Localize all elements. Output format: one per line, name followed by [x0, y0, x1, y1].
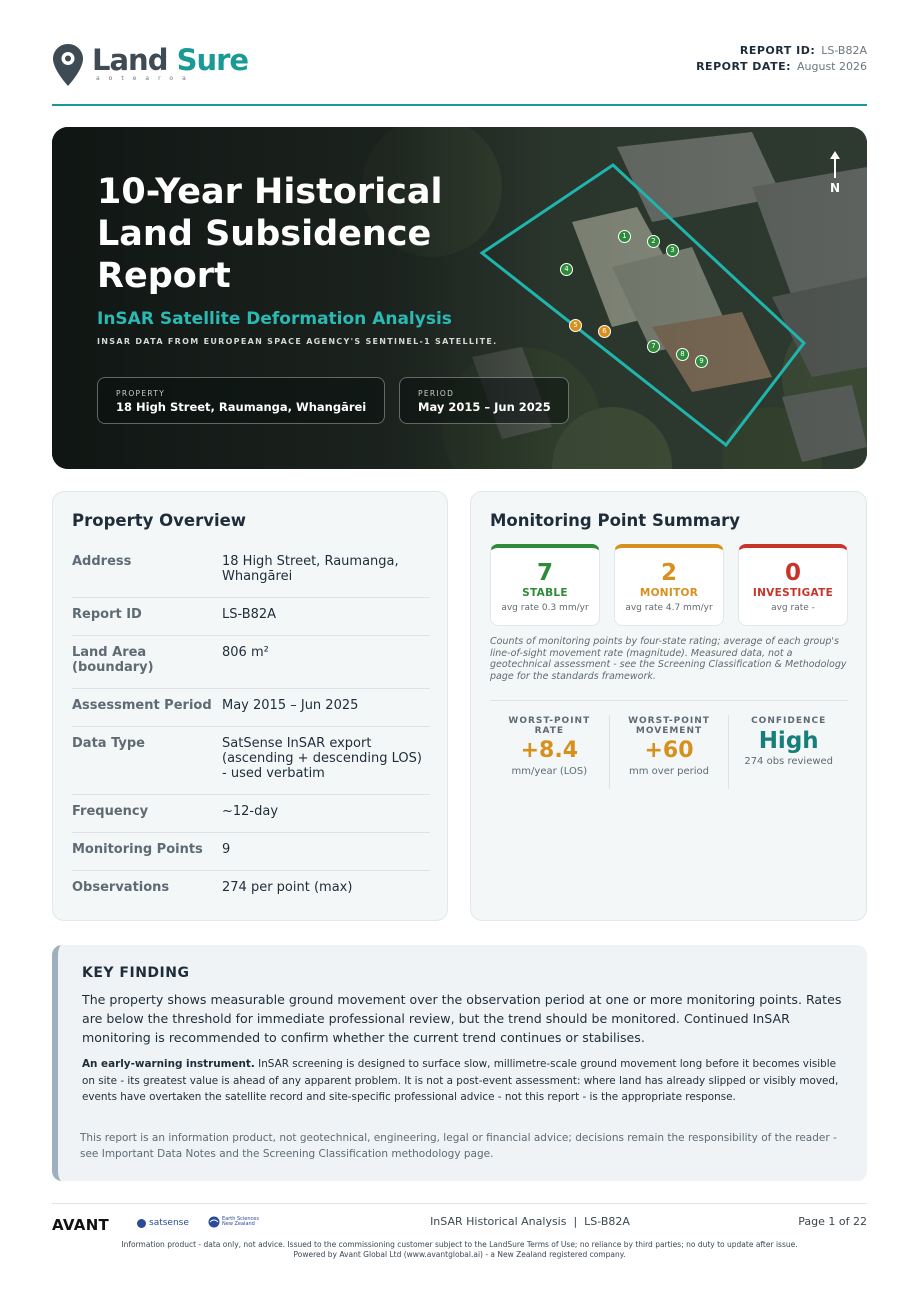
north-arrow-icon — [830, 151, 840, 178]
monitoring-summary-card: Monitoring Point Summary 7 STABLE avg ra… — [470, 491, 867, 921]
monitor-count: 2 — [660, 560, 677, 586]
monitor-tile: 2 MONITOR avg rate 4.7 mm/yr — [614, 544, 724, 626]
monitoring-point-5[interactable]: 5 — [569, 319, 582, 332]
monitoring-point-3[interactable]: 3 — [666, 244, 679, 257]
worst-point-rate-metric: WORST-POINT RATE +8.4 mm/year (LOS) — [490, 715, 610, 789]
overview-row-assessment-period: Assessment Period May 2015 – Jun 2025 — [72, 689, 430, 727]
investigate-avg-rate: avg rate - — [771, 603, 815, 613]
period-value: May 2015 – Jun 2025 — [418, 400, 551, 414]
confidence-value: High — [758, 728, 819, 754]
monitoring-point-7[interactable]: 7 — [647, 340, 660, 353]
overview-row-report-id: Report ID LS-B82A — [72, 598, 430, 636]
report-header: Land Sure aotearoa REPORT ID: LS-B82A REP… — [52, 40, 867, 106]
overview-row-observations: Observations 274 per point (max) — [72, 880, 353, 895]
monitoring-point-4[interactable]: 4 — [560, 263, 573, 276]
data-source-note: INSAR DATA FROM EUROPEAN SPACE AGENCY'S … — [97, 337, 498, 346]
report-meta: REPORT ID: LS-B82A REPORT DATE: August 202… — [696, 43, 867, 75]
summary-note: Counts of monitoring points by four-stat… — [490, 636, 847, 682]
confidence-obs: 274 obs reviewed — [744, 756, 834, 767]
report-title: 10-Year Historical Land Subsidence Repor… — [97, 172, 443, 296]
earth-sciences-logo: Earth Sciences New Zealand — [208, 1216, 259, 1228]
property-label: PROPERTY — [116, 389, 166, 398]
report-date-label: REPORT DATE: — [696, 60, 791, 73]
stable-avg-rate: avg rate 0.3 mm/yr — [501, 603, 589, 613]
status-tiles: 7 STABLE avg rate 0.3 mm/yr 2 MONITOR av… — [490, 544, 848, 626]
key-metrics: WORST-POINT RATE +8.4 mm/year (LOS) WORST… — [490, 715, 848, 789]
satsense-logo: satsense — [137, 1218, 189, 1228]
worst-movement-unit: mm over period — [629, 766, 709, 777]
advice-disclaimer: This report is an information product, n… — [80, 1132, 837, 1160]
worst-rate-value: +8.4 — [520, 738, 579, 763]
report-id-value: LS-B82A — [821, 44, 867, 57]
property-overview-card: Property Overview Address 18 High Street… — [52, 491, 448, 921]
north-indicator: N — [824, 151, 846, 195]
overview-row-address: Address 18 High Street, Raumanga, Whangā… — [72, 545, 430, 598]
key-finding-summary: The property shows measurable ground mov… — [82, 992, 842, 1045]
worst-movement-label: WORST-POINT MOVEMENT — [628, 716, 710, 736]
early-warning-heading: An early-warning instrument. — [82, 1058, 255, 1070]
monitoring-point-1[interactable]: 1 — [618, 230, 631, 243]
confidence-label: CONFIDENCE — [751, 716, 827, 726]
monitoring-summary-title: Monitoring Point Summary — [490, 511, 740, 530]
early-warning-paragraph: An early-warning instrument. InSAR scree… — [82, 1058, 839, 1103]
period-pill: PERIOD May 2015 – Jun 2025 — [399, 377, 569, 424]
stable-label: STABLE — [522, 587, 568, 599]
overview-row-frequency: Frequency ~12-day — [72, 795, 430, 833]
avant-logo: AVANT — [52, 1216, 110, 1234]
confidence-metric: CONFIDENCE High 274 obs reviewed — [729, 715, 848, 789]
stable-count: 7 — [536, 560, 553, 586]
key-finding-title: KEY FINDING — [82, 965, 190, 981]
report-subtitle: InSAR Satellite Deformation Analysis — [97, 309, 452, 329]
page-number: Page 1 of 22 — [798, 1215, 867, 1228]
footer-divider — [52, 1203, 867, 1204]
worst-rate-label: WORST-POINT RATE — [508, 716, 591, 736]
hero-banner: 1 2 3 4 5 6 7 8 9 N 10-Year Historical L… — [52, 127, 867, 469]
stable-tile: 7 STABLE avg rate 0.3 mm/yr — [490, 544, 600, 626]
worst-point-movement-metric: WORST-POINT MOVEMENT +60 mm over period — [610, 715, 730, 789]
property-overview-title: Property Overview — [72, 511, 247, 530]
monitoring-point-8[interactable]: 8 — [676, 348, 689, 361]
monitor-label: MONITOR — [639, 587, 699, 599]
overview-row-data-type: Data Type SatSense InSAR export (ascendi… — [72, 727, 430, 795]
property-overview-table: Address 18 High Street, Raumanga, Whangā… — [72, 545, 430, 909]
overview-row-monitoring-points: Monitoring Points 9 — [72, 833, 430, 871]
report-date-value: August 2026 — [797, 60, 867, 73]
monitor-avg-rate: avg rate 4.7 mm/yr — [625, 603, 713, 613]
footer-report-label: InSAR Historical Analysis | LS-B82A — [430, 1215, 630, 1228]
key-finding-box: KEY FINDING The property shows measurabl… — [52, 945, 867, 1181]
summary-divider — [490, 700, 848, 701]
worst-movement-value: +60 — [644, 738, 694, 763]
landsure-logo: Land Sure aotearoa — [52, 43, 249, 87]
brand-name: Land Sure — [92, 43, 249, 77]
property-pill: PROPERTY 18 High Street, Raumanga, Whang… — [97, 377, 385, 424]
satsense-icon — [137, 1218, 146, 1228]
monitoring-point-9[interactable]: 9 — [695, 355, 708, 368]
footer-disclaimer: Information product - data only, not adv… — [121, 1240, 798, 1259]
period-label: PERIOD — [418, 389, 455, 398]
map-pin-icon — [53, 44, 83, 86]
report-id-label: REPORT ID: — [739, 44, 816, 57]
property-value: 18 High Street, Raumanga, Whangārei — [116, 400, 367, 414]
investigate-label: INVESTIGATE — [752, 587, 834, 599]
globe-icon — [208, 1216, 220, 1228]
monitoring-point-2[interactable]: 2 — [647, 235, 660, 248]
monitoring-point-6[interactable]: 6 — [598, 325, 611, 338]
investigate-tile: 0 INVESTIGATE avg rate - — [738, 544, 848, 626]
north-label: N — [829, 181, 841, 195]
worst-rate-unit: mm/year (LOS) — [511, 766, 588, 777]
overview-row-land-area: Land Area (boundary) 806 m² — [72, 636, 430, 689]
investigate-count: 0 — [784, 560, 801, 586]
